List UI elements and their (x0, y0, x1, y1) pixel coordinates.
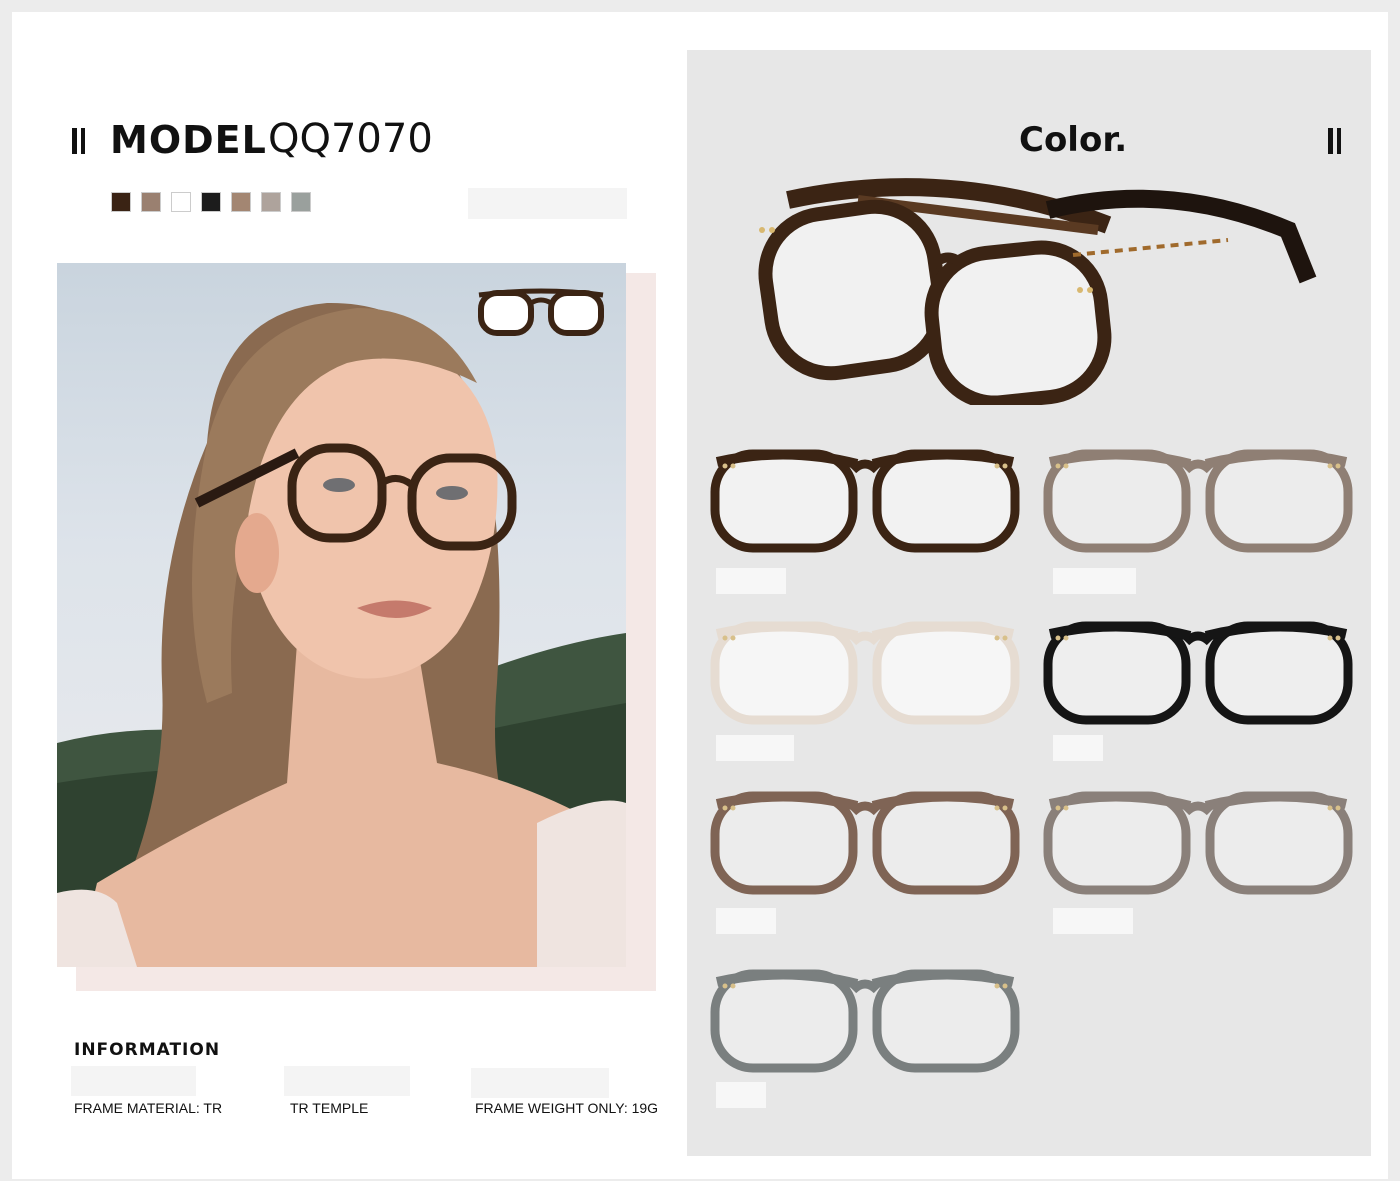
swatch-grey[interactable] (291, 192, 311, 212)
variant-label-clear (716, 735, 794, 761)
glasses-icon (710, 791, 1020, 895)
variant-label-black (1053, 735, 1103, 761)
spec-icon-placeholder-2 (284, 1066, 410, 1096)
swatch-black[interactable] (201, 192, 221, 212)
variant-label-tortoise (716, 568, 786, 594)
model-label: MODEL (110, 118, 267, 162)
swatch-brown[interactable] (141, 192, 161, 212)
swatch-clear[interactable] (171, 192, 191, 212)
glasses-icon (710, 969, 1020, 1073)
color-title: Color. (1019, 120, 1128, 160)
variant-black[interactable] (1040, 612, 1356, 732)
variant-translucent-grey[interactable] (707, 960, 1023, 1080)
glasses-icon (1043, 791, 1353, 895)
spec-icon-placeholder-3 (471, 1068, 609, 1098)
spec-icon-placeholder-1 (71, 1066, 196, 1096)
variant-translucent-brown[interactable] (707, 782, 1023, 902)
glasses-icon (1043, 621, 1353, 725)
hero-glasses-image (758, 178, 1317, 405)
swatch-grey-brown[interactable] (261, 192, 281, 212)
variant-translucent-brown-grey[interactable] (1040, 440, 1356, 560)
model-photo (57, 263, 626, 967)
variant-label-translucent-brown (716, 908, 776, 934)
color-swatches (111, 192, 311, 212)
spec-temple: TR TEMPLE (290, 1100, 369, 1116)
spec-frame-material: FRAME MATERIAL: TR (74, 1100, 223, 1116)
model-code: QQ7070 (268, 116, 433, 162)
glasses-icon (710, 621, 1020, 725)
variant-clear[interactable] (707, 612, 1023, 732)
swatch-tortoise[interactable] (111, 192, 131, 212)
variant-translucent-grey-brown[interactable] (1040, 782, 1356, 902)
glasses-inset-icon (478, 288, 604, 336)
spec-frame-weight: FRAME WEIGHT ONLY: 19G (475, 1100, 659, 1116)
glasses-icon (710, 449, 1020, 553)
variant-label-translucent-grey-brown (1053, 908, 1133, 934)
swatch-tan[interactable] (231, 192, 251, 212)
color-bars-icon (1328, 128, 1341, 154)
title-bars-icon (72, 128, 85, 154)
variant-label-translucent-brown-grey (1053, 568, 1136, 594)
variant-tortoise[interactable] (707, 440, 1023, 560)
glasses-icon (1043, 449, 1353, 553)
blank-label (468, 188, 627, 219)
variant-label-translucent-grey (716, 1082, 766, 1108)
information-title: INFORMATION (74, 1040, 221, 1060)
